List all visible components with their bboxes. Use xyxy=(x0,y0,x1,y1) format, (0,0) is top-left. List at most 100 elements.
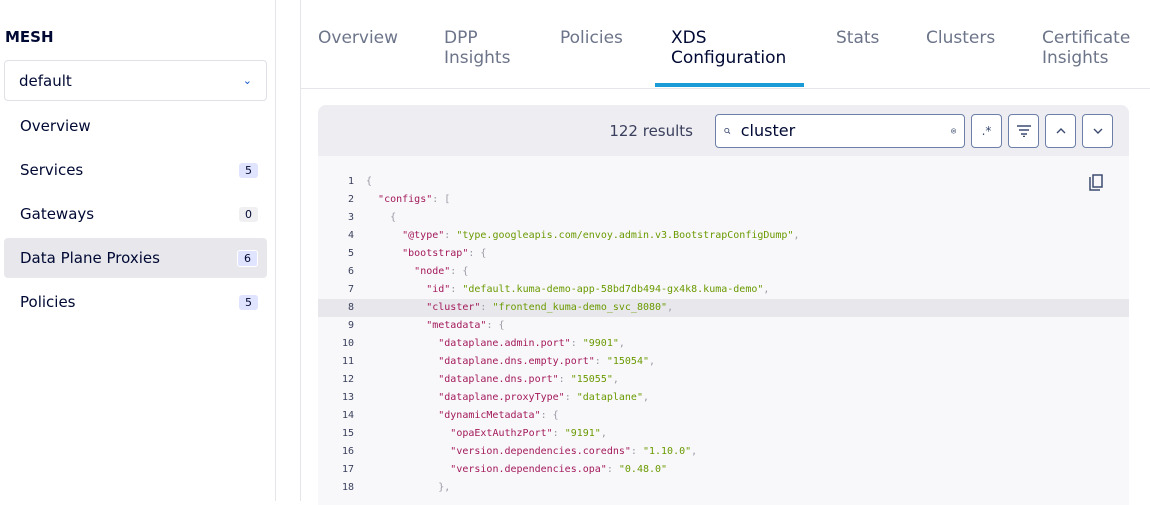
code-token: , xyxy=(618,338,625,349)
sidebar-item-label: Policies xyxy=(20,293,76,311)
code-toolbar: 122 results .* xyxy=(318,105,1129,156)
regex-toggle-button[interactable]: .* xyxy=(971,113,1002,148)
code-token: "9901" xyxy=(582,338,619,349)
count-badge: 5 xyxy=(239,162,258,178)
sidebar-item-overview[interactable]: Overview xyxy=(4,106,267,146)
code-token: "15055" xyxy=(570,374,613,385)
code-token: : xyxy=(570,338,583,349)
tab-dpp-insights[interactable]: DPP Insights xyxy=(444,28,524,68)
copy-icon[interactable] xyxy=(1089,174,1103,192)
line-number: 3 xyxy=(347,212,354,223)
code-token: "dataplane.dns.port" xyxy=(438,374,559,385)
code-token: "@type" xyxy=(402,230,445,241)
code-token: { xyxy=(366,176,373,187)
tab-stats[interactable]: Stats xyxy=(836,28,879,48)
code-block: 1{2 "configs": [3 {4 "@type": "type.goog… xyxy=(318,156,1129,497)
filter-icon xyxy=(1016,124,1031,137)
code-token: : xyxy=(480,302,493,313)
line-number: 4 xyxy=(347,230,354,241)
code-token: "dataplane" xyxy=(576,392,643,403)
line-number: 10 xyxy=(341,338,354,349)
sidebar-item-data-plane-proxies[interactable]: Data Plane Proxies 6 xyxy=(4,238,267,278)
search-input[interactable] xyxy=(740,121,941,140)
line-number: 6 xyxy=(347,266,354,277)
code-token: "frontend_kuma-demo_svc_8080" xyxy=(492,302,668,313)
previous-match-button[interactable] xyxy=(1045,113,1076,148)
code-line: 16 "version.dependencies.coredns": "1.10… xyxy=(318,443,1129,461)
code-token: : [ xyxy=(432,194,451,205)
code-token: "type.googleapis.com/envoy.admin.v3.Boot… xyxy=(456,230,794,241)
code-token: : xyxy=(444,230,457,241)
search-box[interactable] xyxy=(715,113,965,148)
tab-policies[interactable]: Policies xyxy=(560,28,623,48)
code-token: : xyxy=(594,356,607,367)
xds-config-panel: 122 results .* 1{2 "configs": [3 {4 "@ty… xyxy=(318,105,1129,505)
line-number: 7 xyxy=(347,284,354,295)
code-line: 9 "metadata": { xyxy=(318,317,1129,335)
code-token: "node" xyxy=(414,266,451,277)
filter-button[interactable] xyxy=(1008,113,1039,148)
sidebar-item-gateways[interactable]: Gateways 0 xyxy=(4,194,267,234)
code-line: 3 { xyxy=(318,209,1129,227)
code-line: 1{ xyxy=(318,173,1129,191)
line-number: 9 xyxy=(347,320,354,331)
sidebar-item-policies[interactable]: Policies 5 xyxy=(4,282,267,322)
code-line: 5 "bootstrap": { xyxy=(318,245,1129,263)
chevron-down-icon: ⌄ xyxy=(242,74,252,87)
code-token: { xyxy=(390,212,397,223)
line-number: 5 xyxy=(347,248,354,259)
search-icon xyxy=(724,127,731,134)
line-number: 11 xyxy=(341,356,354,367)
chevron-down-icon xyxy=(1093,128,1102,134)
code-token: , xyxy=(649,356,656,367)
tab-clusters[interactable]: Clusters xyxy=(926,28,995,48)
code-token: , xyxy=(642,392,649,403)
code-token: , xyxy=(793,230,800,241)
code-token: : xyxy=(558,374,571,385)
line-number: 1 xyxy=(347,176,354,187)
tab-overview[interactable]: Overview xyxy=(318,28,398,48)
tab-certificate-insights[interactable]: Certificate Insights xyxy=(1042,28,1142,68)
code-token: , xyxy=(667,302,674,313)
code-line: 4 "@type": "type.googleapis.com/envoy.ad… xyxy=(318,227,1129,245)
code-line: 17 "version.dependencies.opa": "0.48.0" xyxy=(318,461,1129,479)
tab-xds-configuration[interactable]: XDS Configuration xyxy=(671,28,811,68)
code-token: , xyxy=(763,284,770,295)
line-number: 12 xyxy=(341,374,354,385)
code-line: 12 "dataplane.dns.port": "15055", xyxy=(318,371,1129,389)
code-token: "dataplane.dns.empty.port" xyxy=(438,356,595,367)
code-line: 2 "configs": [ xyxy=(318,191,1129,209)
code-line: 18 }, xyxy=(318,479,1129,497)
code-token: : { xyxy=(468,248,487,259)
mesh-select[interactable]: default ⌄ xyxy=(4,60,267,101)
line-number: 14 xyxy=(341,410,354,421)
code-token: "15054" xyxy=(606,356,649,367)
count-badge: 0 xyxy=(239,206,258,222)
sidebar-item-services[interactable]: Services 5 xyxy=(4,150,267,190)
code-line: 10 "dataplane.admin.port": "9901", xyxy=(318,335,1129,353)
code-token: "default.kuma-demo-app-58bd7db494-gx4k8.… xyxy=(462,284,764,295)
code-token: "metadata" xyxy=(426,320,487,331)
code-token: : { xyxy=(450,266,469,277)
sidebar-item-label: Gateways xyxy=(20,205,95,223)
code-line: 13 "dataplane.proxyType": "dataplane", xyxy=(318,389,1129,407)
clear-search-icon[interactable] xyxy=(950,124,956,138)
active-tab-indicator xyxy=(655,83,804,87)
chevron-up-icon xyxy=(1056,127,1065,133)
sidebar-item-label: Overview xyxy=(20,117,91,135)
line-number: 18 xyxy=(341,482,354,493)
code-line: 7 "id": "default.kuma-demo-app-58bd7db49… xyxy=(318,281,1129,299)
code-token: : xyxy=(630,446,643,457)
code-token: : xyxy=(606,464,619,475)
sidebar-item-label: Services xyxy=(20,161,84,179)
next-match-button[interactable] xyxy=(1082,113,1113,148)
